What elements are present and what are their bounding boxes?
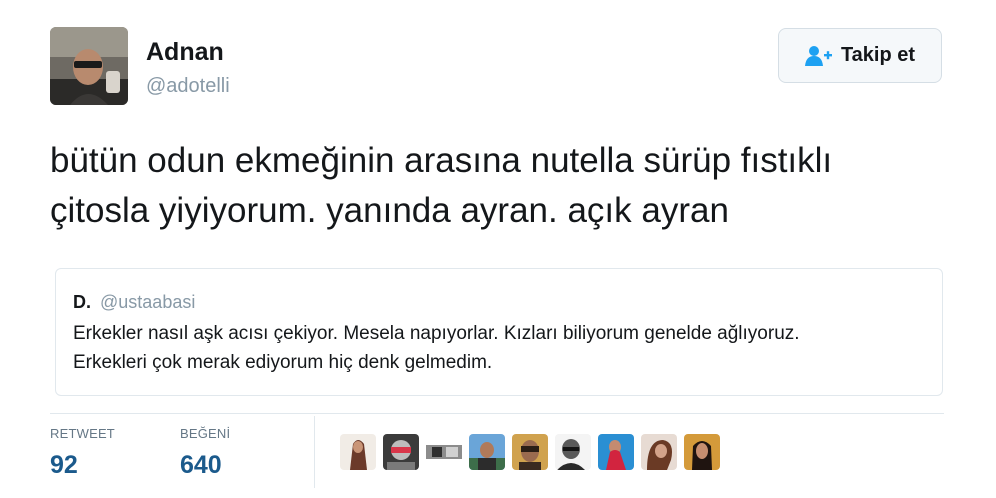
liker-avatar[interactable] — [598, 434, 634, 470]
tweet-text: bütün odun ekmeğinin arasına nutella sür… — [50, 136, 950, 236]
user-avatar-icon — [50, 27, 128, 105]
liker-avatar[interactable] — [684, 434, 720, 470]
quoted-tweet[interactable]: D. @ustaabasi Erkekler nasıl aşk acısı ç… — [55, 268, 943, 396]
liker-avatar[interactable] — [512, 434, 548, 470]
liker-avatar-3-icon — [426, 434, 462, 470]
liker-avatar[interactable] — [641, 434, 677, 470]
quoted-tweet-header: D. @ustaabasi — [73, 292, 195, 313]
author-handle[interactable]: @adotelli — [146, 75, 230, 98]
liker-avatar-7-icon — [598, 434, 634, 470]
follow-button-label: Takip et — [840, 44, 916, 66]
tweet-line: çitosla yiyiyorum. yanında ayran. açık a… — [50, 191, 729, 230]
liker-avatar-8-icon — [641, 434, 677, 470]
like-count: 640 — [180, 451, 222, 479]
author-name[interactable]: Adnan — [146, 38, 224, 67]
liker-avatar-9-icon — [684, 434, 720, 470]
retweet-stat[interactable]: RETWEET 92 — [50, 426, 115, 480]
stats-top-divider — [50, 413, 944, 414]
liker-avatar-4-icon — [469, 434, 505, 470]
liker-avatar-5-icon — [512, 434, 548, 470]
add-user-icon — [804, 45, 833, 67]
liker-avatar[interactable] — [469, 434, 505, 470]
retweet-count: 92 — [50, 451, 78, 479]
liker-avatar[interactable] — [383, 434, 419, 470]
quoted-line: Erkekler nasıl aşk acısı çekiyor. Mesela… — [73, 323, 800, 344]
quoted-author-handle: @ustaabasi — [100, 292, 196, 312]
like-label: BEĞENİ — [180, 426, 231, 441]
quoted-line: Erkekleri çok merak ediyorum hiç denk ge… — [73, 352, 493, 373]
liker-avatar-6-icon — [555, 434, 591, 470]
liker-avatar[interactable] — [340, 434, 376, 470]
liker-avatar-2-icon — [383, 434, 419, 470]
follow-button[interactable]: Takip et — [778, 28, 942, 83]
author-avatar[interactable] — [50, 27, 128, 105]
quoted-author-name: D. — [73, 292, 91, 312]
likers-list — [340, 434, 720, 470]
retweet-label: RETWEET — [50, 426, 115, 441]
liker-avatar[interactable] — [426, 434, 462, 470]
tweet-line: bütün odun ekmeğinin arasına nutella sür… — [50, 141, 833, 180]
stats-separator — [314, 416, 315, 488]
liker-avatar-1-icon — [340, 434, 376, 470]
liker-avatar[interactable] — [555, 434, 591, 470]
like-stat[interactable]: BEĞENİ 640 — [180, 426, 230, 480]
quoted-tweet-text: Erkekler nasıl aşk acısı çekiyor. Mesela… — [73, 319, 933, 377]
